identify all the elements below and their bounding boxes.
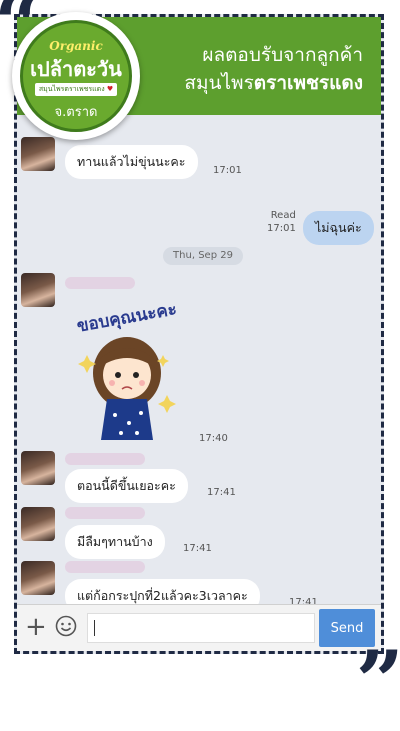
- message-bubble: ตอนนี้ดีขึ้นเยอะคะ: [65, 469, 188, 503]
- sender-name-blurred: [65, 277, 135, 289]
- plus-icon[interactable]: +: [25, 614, 47, 640]
- sender-name-blurred: [65, 507, 145, 519]
- close-quote-icon: ”: [355, 632, 400, 731]
- avatar[interactable]: [21, 507, 55, 541]
- logo-subtitle: สมุนไพรตราเพชรแดง ♥: [35, 83, 117, 96]
- banner-line-2-bold: ตราเพชรแดง: [253, 72, 363, 94]
- emoji-icon[interactable]: [55, 615, 77, 637]
- message-time: 17:41: [207, 487, 236, 498]
- banner-line-1: ผลตอบรับจากลูกค้า: [202, 44, 363, 66]
- sender-name-blurred: [65, 453, 145, 465]
- read-receipt: Read 17:01: [267, 209, 296, 235]
- avatar[interactable]: [21, 273, 55, 307]
- avatar[interactable]: [21, 561, 55, 595]
- avatar[interactable]: [21, 451, 55, 485]
- message-input[interactable]: [87, 613, 315, 643]
- message-bubble: มีลืมๆทานบ้าง: [65, 525, 165, 559]
- banner-title: ผลตอบรับจากลูกค้า สมุนไพรตราเพชรแดง: [184, 41, 363, 97]
- message-time: 17:41: [183, 543, 212, 554]
- message-bubble: ทานแล้วไม่ขุ่นนะคะ: [65, 145, 198, 179]
- chat-area[interactable]: ทานแล้วไม่ขุ่นนะคะ 17:01 Read 17:01 ไม่ฉ…: [17, 115, 381, 613]
- date-separator: Thu, Sep 29: [163, 247, 243, 265]
- heart-icon: ♥: [106, 85, 114, 93]
- read-status: Read: [270, 210, 296, 221]
- sender-name-blurred: [65, 561, 145, 573]
- avatar[interactable]: [21, 137, 55, 171]
- my-message-bubble: ไม่ฉุนค่ะ: [303, 211, 374, 245]
- message-time: 17:01: [213, 165, 242, 176]
- message-time: 17:01: [267, 223, 296, 234]
- message-input-bar: + Send: [17, 604, 381, 651]
- open-quote-icon: “: [0, 0, 42, 66]
- banner-line-2-regular: สมุนไพร: [184, 72, 254, 94]
- message-time: 17:40: [199, 433, 228, 444]
- logo-subtitle-text: สมุนไพรตราเพชรแดง: [38, 85, 105, 93]
- text-caret: [94, 620, 95, 636]
- sticker-text: ขอบคุณนะคะ: [75, 299, 178, 336]
- sticker-thank-you[interactable]: ขอบคุณนะคะ: [67, 295, 187, 445]
- logo-place: จ.ตราด: [54, 105, 98, 120]
